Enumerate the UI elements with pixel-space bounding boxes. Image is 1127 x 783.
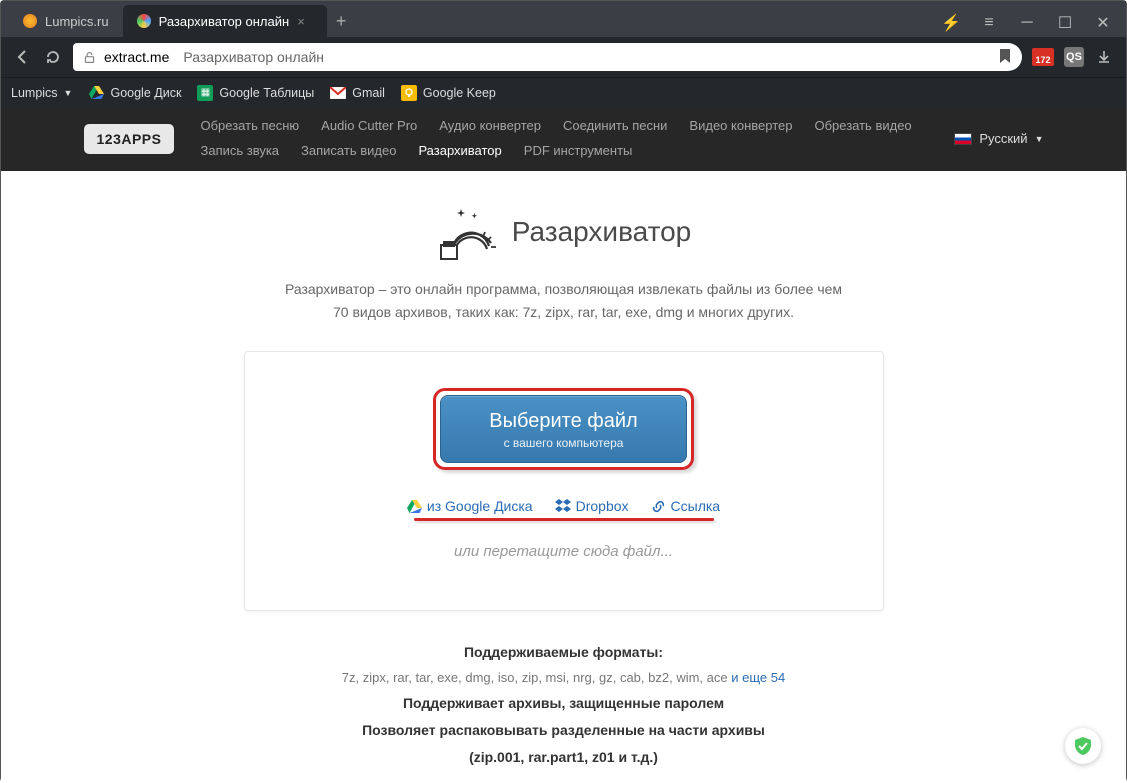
tab-extract[interactable]: Разархиватор онлайн × (123, 5, 328, 37)
site-logo[interactable]: 123APPS (84, 124, 175, 154)
shield-icon (1073, 736, 1093, 756)
extension-icon[interactable]: QS (1064, 47, 1084, 67)
close-window-icon[interactable]: ✕ (1094, 14, 1112, 32)
tab-strip: Lumpics.ru Разархиватор онлайн × + ⚡ ≡ ─… (1, 1, 1126, 37)
gdrive-icon (407, 500, 422, 513)
feature-split-sub: (zip.001, rar.part1, z01 и т.д.) (469, 749, 658, 765)
source-row: из Google Диска Dropbox Ссылка (275, 498, 853, 514)
hero: Разархиватор Разархиватор – это онлайн п… (1, 171, 1126, 326)
source-label: Dropbox (576, 498, 629, 514)
url-title: Разархиватор онлайн (183, 49, 324, 65)
toolbar-icons: 172 QS (1032, 47, 1114, 67)
lightning-icon[interactable]: ⚡ (942, 14, 960, 32)
nav-link[interactable]: Обрезать песню (200, 116, 299, 137)
link-icon (651, 499, 666, 514)
nav-link-active[interactable]: Разархиватор (418, 141, 501, 162)
bookmark-keep[interactable]: Google Keep (401, 85, 496, 101)
site-navbar: 123APPS Обрезать песню Audio Cutter Pro … (1, 107, 1126, 171)
bookmark-label: Gmail (352, 86, 385, 100)
address-bar: extract.me Разархиватор онлайн 172 QS (1, 37, 1126, 77)
formats-list: 7z, zipx, rar, tar, exe, dmg, iso, zip, … (342, 670, 731, 685)
keep-icon (401, 85, 417, 101)
language-selector[interactable]: Русский ▼ (954, 131, 1043, 146)
tab-label: Разархиватор онлайн (159, 14, 290, 29)
hero-subtitle: Разархиватор – это онлайн программа, поз… (1, 278, 1126, 302)
menu-icon[interactable]: ≡ (980, 14, 998, 32)
close-icon[interactable]: × (297, 14, 313, 29)
favicon-extract (137, 14, 151, 28)
maximize-icon[interactable]: ☐ (1056, 14, 1074, 32)
feature-password: Поддерживает архивы, защищенные паролем (403, 695, 724, 711)
nav-link[interactable]: PDF инструменты (524, 141, 633, 162)
reload-icon[interactable] (43, 47, 63, 67)
bookmarks-bar: Lumpics▼ Google Диск ▦ Google Таблицы Gma… (1, 77, 1126, 107)
bookmark-lumpics[interactable]: Lumpics▼ (11, 86, 72, 100)
gmail-icon (330, 85, 346, 101)
nav-link[interactable]: Обрезать видео (814, 116, 911, 137)
page-title: Разархиватор (512, 216, 691, 248)
chevron-down-icon: ▼ (1035, 134, 1044, 144)
footer-info: Поддерживаемые форматы: 7z, zipx, rar, t… (1, 639, 1126, 783)
tab-label: Lumpics.ru (45, 14, 109, 29)
drag-hint: или перетащите сюда файл... (275, 543, 853, 560)
feature-split: Позволяет распаковывать разделенные на ч… (362, 722, 765, 738)
viewport[interactable]: 123APPS Обрезать песню Audio Cutter Pro … (1, 107, 1126, 783)
sheets-icon: ▦ (197, 85, 213, 101)
tab-lumpics[interactable]: Lumpics.ru (9, 5, 123, 37)
upload-card: Выберите файл с вашего компьютера из Goo… (244, 351, 884, 611)
bookmark-sheets[interactable]: ▦ Google Таблицы (197, 85, 314, 101)
favicon-lumpics (23, 14, 37, 28)
source-gdrive[interactable]: из Google Диска (407, 498, 533, 514)
bookmark-label: Google Таблицы (219, 86, 314, 100)
new-tab-button[interactable]: + (327, 11, 355, 37)
source-link[interactable]: Ссылка (651, 498, 721, 514)
back-icon[interactable] (13, 47, 33, 67)
language-label: Русский (979, 131, 1027, 146)
nav-link[interactable]: Аудио конвертер (439, 116, 541, 137)
flag-ru-icon (954, 133, 972, 145)
formats-heading: Поддерживаемые форматы: (464, 644, 663, 660)
source-label: из Google Диска (427, 498, 533, 514)
nav-link[interactable]: Запись звука (200, 141, 279, 162)
nav-link[interactable]: Видео конвертер (689, 116, 792, 137)
nav-link[interactable]: Записать видео (301, 141, 396, 162)
dropbox-icon (555, 499, 571, 513)
nav-link[interactable]: Audio Cutter Pro (321, 116, 417, 137)
button-title: Выберите файл (489, 410, 637, 433)
minimize-icon[interactable]: ─ (1018, 14, 1036, 32)
downloads-icon[interactable] (1094, 47, 1114, 67)
hero-subtitle: 70 видов архивов, таких как: 7z, zipx, r… (1, 301, 1126, 325)
bookmark-gmail[interactable]: Gmail (330, 85, 385, 101)
calendar-badge[interactable]: 172 (1032, 48, 1054, 66)
source-dropbox[interactable]: Dropbox (555, 498, 629, 514)
bookmark-label: Google Диск (110, 86, 181, 100)
security-badge[interactable] (1065, 728, 1101, 764)
button-subtitle: с вашего компьютера (489, 436, 637, 450)
url-host: extract.me (104, 49, 169, 65)
choose-file-button[interactable]: Выберите файл с вашего компьютера (440, 395, 686, 463)
rainbow-icon (436, 205, 496, 260)
more-formats-link[interactable]: и еще 54 (731, 670, 785, 685)
bookmark-icon[interactable] (998, 48, 1012, 67)
source-label: Ссылка (671, 498, 721, 514)
nav-link[interactable]: Соединить песни (563, 116, 667, 137)
nav-links: Обрезать песню Audio Cutter Pro Аудио ко… (200, 113, 936, 165)
highlight-border: Выберите файл с вашего компьютера (433, 388, 693, 470)
bookmark-label: Google Keep (423, 86, 496, 100)
url-field[interactable]: extract.me Разархиватор онлайн (73, 43, 1022, 71)
bookmark-gdrive[interactable]: Google Диск (88, 85, 181, 101)
highlight-underline (414, 518, 714, 521)
bookmark-label: Lumpics (11, 86, 58, 100)
gdrive-icon (88, 85, 104, 101)
lock-icon (83, 51, 96, 64)
